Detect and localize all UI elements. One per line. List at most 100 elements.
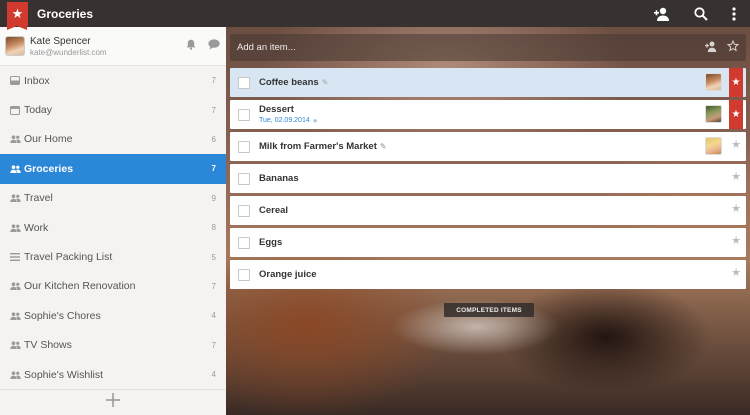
people-icon — [8, 370, 22, 379]
sidebar-item-label: TV Shows — [24, 339, 72, 352]
task-row[interactable]: Bananas ★ — [230, 164, 746, 193]
sidebar-item-count: 5 — [211, 252, 216, 262]
task-checkbox[interactable] — [238, 172, 250, 185]
wunderlist-logo: ★ — [7, 1, 28, 30]
task-title: Dessert — [259, 104, 294, 115]
people-icon — [8, 135, 22, 144]
task-title: Milk from Farmer's Market — [259, 141, 377, 152]
task-title: Eggs — [259, 237, 283, 248]
conversations-icon[interactable] — [208, 37, 220, 55]
sidebar-item-count: 7 — [211, 105, 216, 115]
star-flag-icon[interactable]: ★ — [729, 100, 743, 129]
user-email: kate@wunderlist.com — [30, 47, 107, 57]
sidebar-item-label: Sophie's Chores — [24, 309, 101, 322]
star-icon[interactable]: ★ — [731, 268, 741, 279]
user-profile[interactable]: Kate Spencer kate@wunderlist.com — [0, 27, 226, 66]
sidebar-item-our-home[interactable]: Our Home 6 — [0, 125, 226, 154]
sidebar-item-travel-packing-list[interactable]: Travel Packing List 5 — [0, 242, 226, 271]
note-indicator-icon: ✎ — [379, 142, 387, 151]
sidebar-item-sophie-s-wishlist[interactable]: Sophie's Wishlist 4 — [0, 360, 226, 389]
task-checkbox[interactable] — [238, 204, 250, 217]
add-item-placeholder: Add an item... — [237, 42, 296, 53]
star-icon[interactable]: ★ — [731, 140, 741, 151]
star-icon[interactable]: ★ — [731, 236, 741, 247]
star-icon[interactable]: ★ — [731, 172, 741, 183]
add-list-button[interactable] — [0, 389, 226, 415]
lists-nav: Inbox 7 Today 7 Our Home 6 Groceries 7 Travel 9 Wo… — [0, 66, 226, 389]
sidebar-item-label: Today — [24, 104, 53, 117]
completed-items-button[interactable]: COMPLETED ITEMS — [444, 303, 534, 317]
sidebar-item-groceries[interactable]: Groceries 7 — [0, 154, 226, 184]
blonde-avatar — [705, 137, 722, 155]
note-indicator-icon: ✎ — [321, 78, 329, 87]
add-member-icon[interactable] — [654, 7, 670, 21]
task-checkbox[interactable] — [238, 140, 250, 153]
due-date: Tue, 02.09.2014 — [259, 117, 310, 124]
sidebar-item-label: Sophie's Wishlist — [24, 368, 104, 381]
inbox-icon — [8, 76, 22, 86]
user-name: Kate Spencer — [30, 35, 91, 47]
notifications-bell-icon[interactable] — [186, 37, 196, 55]
task-list-area: Add an item... Coffee beans ✎ ★ Dessert Tue,… — [226, 27, 750, 415]
sidebar-item-our-kitchen-renovation[interactable]: Our Kitchen Renovation 7 — [0, 272, 226, 301]
list-title: Groceries — [37, 6, 94, 21]
man-avatar — [705, 105, 722, 123]
sidebar-item-label: Groceries — [24, 162, 74, 175]
sidebar-item-label: Our Kitchen Renovation — [24, 280, 136, 293]
sidebar-item-count: 9 — [211, 193, 216, 203]
avatar — [5, 36, 25, 56]
plus-icon — [106, 393, 120, 412]
sidebar-item-sophie-s-chores[interactable]: Sophie's Chores 4 — [0, 301, 226, 330]
note-indicator-icon: ● — [312, 116, 318, 125]
task-checkbox[interactable] — [238, 76, 250, 89]
assign-icon[interactable] — [705, 41, 717, 55]
sidebar-item-today[interactable]: Today 7 — [0, 95, 226, 124]
sidebar-item-tv-shows[interactable]: TV Shows 7 — [0, 331, 226, 360]
sidebar-item-travel[interactable]: Travel 9 — [0, 184, 226, 213]
people-icon — [8, 312, 22, 320]
star-icon[interactable]: ★ — [731, 204, 741, 215]
task-checkbox[interactable] — [238, 236, 250, 249]
sidebar-item-inbox[interactable]: Inbox 7 — [0, 66, 226, 95]
sidebar-item-count: 7 — [211, 76, 216, 86]
top-bar: ★ Groceries — [0, 0, 750, 30]
sidebar-item-work[interactable]: Work 8 — [0, 213, 226, 242]
kate-avatar — [705, 73, 722, 91]
overflow-menu-icon[interactable] — [732, 6, 736, 21]
people-icon — [8, 194, 22, 203]
task-row[interactable]: Orange juice ★ — [230, 260, 746, 289]
task-list: Coffee beans ✎ ★ Dessert Tue, 02.09.2014 ● ★ Mi… — [230, 68, 746, 292]
sidebar: Kate Spencer kate@wunderlist.com Inbox 7 T… — [0, 27, 226, 415]
sidebar-item-count: 7 — [211, 340, 216, 350]
people-icon — [8, 224, 22, 232]
sidebar-item-count: 7 — [211, 281, 216, 291]
sidebar-item-count: 7 — [211, 164, 216, 174]
sidebar-item-count: 8 — [211, 223, 216, 233]
sidebar-item-label: Travel — [24, 192, 53, 205]
star-flag-icon[interactable]: ★ — [729, 68, 743, 97]
sidebar-item-label: Work — [24, 221, 49, 234]
sidebar-item-count: 4 — [211, 370, 216, 380]
sidebar-item-label: Travel Packing List — [24, 251, 113, 264]
add-item-input[interactable]: Add an item... — [230, 34, 746, 61]
task-title: Bananas — [259, 173, 299, 184]
people-icon — [8, 341, 22, 350]
task-checkbox[interactable] — [238, 268, 250, 281]
sidebar-item-count: 6 — [211, 134, 216, 144]
star-outline-icon[interactable] — [726, 39, 740, 55]
task-row[interactable]: Cereal ★ — [230, 196, 746, 225]
task-checkbox[interactable] — [238, 108, 250, 121]
task-title: Coffee beans — [259, 77, 319, 88]
task-row[interactable]: Eggs ★ — [230, 228, 746, 257]
calendar-icon — [8, 105, 22, 116]
sidebar-item-count: 4 — [211, 311, 216, 321]
sidebar-item-label: Our Home — [24, 133, 73, 146]
search-icon[interactable] — [694, 6, 708, 21]
task-row[interactable]: Dessert Tue, 02.09.2014 ● ★ — [230, 100, 746, 129]
task-row[interactable]: Milk from Farmer's Market ✎ ★ — [230, 132, 746, 161]
top-actions — [654, 6, 736, 21]
sidebar-item-label: Inbox — [24, 74, 50, 87]
task-title: Orange juice — [259, 269, 317, 280]
task-title: Cereal — [259, 205, 289, 216]
task-row[interactable]: Coffee beans ✎ ★ — [230, 68, 746, 97]
